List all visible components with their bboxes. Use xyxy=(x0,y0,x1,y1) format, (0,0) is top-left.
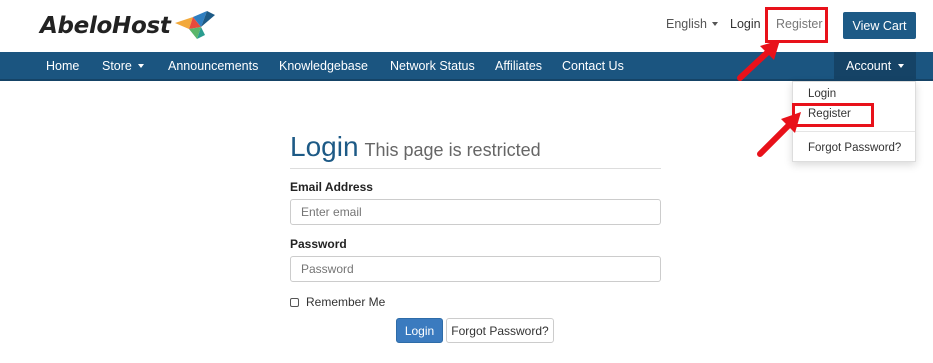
nav-store[interactable]: Store xyxy=(102,52,144,81)
page-title: Login This page is restricted xyxy=(290,131,541,163)
nav-network-status[interactable]: Network Status xyxy=(390,52,475,81)
dropdown-forgot-password[interactable]: Forgot Password? xyxy=(808,142,901,154)
nav-announcements[interactable]: Announcements xyxy=(168,52,258,81)
login-button[interactable]: Login xyxy=(396,318,443,343)
remember-me[interactable]: Remember Me xyxy=(290,295,385,309)
password-label: Password xyxy=(290,237,347,251)
caret-down-icon xyxy=(712,22,718,26)
logo-bird-icon xyxy=(174,11,215,39)
dropdown-divider xyxy=(793,131,915,132)
checkbox-icon[interactable] xyxy=(290,297,299,307)
logo-text: AbeloHost xyxy=(40,13,171,39)
view-cart-button[interactable]: View Cart xyxy=(843,12,916,39)
dropdown-login[interactable]: Login xyxy=(808,88,836,100)
nav-account-menu[interactable]: Account xyxy=(834,52,916,81)
nav-store-label: Store xyxy=(102,59,132,73)
header-login-link[interactable]: Login xyxy=(730,17,761,31)
main-navbar: Home Store Announcements Knowledgebase N… xyxy=(0,52,933,81)
language-label: English xyxy=(666,17,707,31)
login-subheading: This page is restricted xyxy=(364,140,541,160)
annotation-arrow-icon xyxy=(757,112,801,157)
remember-me-label: Remember Me xyxy=(306,295,386,309)
logo[interactable]: AbeloHost xyxy=(40,8,217,44)
nav-account-label: Account xyxy=(846,59,892,73)
forgot-password-button[interactable]: Forgot Password? xyxy=(446,318,554,343)
email-field[interactable] xyxy=(290,199,661,225)
email-label: Email Address xyxy=(290,180,373,194)
password-field[interactable] xyxy=(290,256,661,282)
nav-home[interactable]: Home xyxy=(46,52,79,81)
login-heading: Login xyxy=(290,131,359,162)
caret-down-icon xyxy=(898,64,905,68)
nav-affiliates[interactable]: Affiliates xyxy=(495,52,542,81)
nav-contact-us[interactable]: Contact Us xyxy=(562,52,624,81)
caret-down-icon xyxy=(137,64,144,68)
title-divider xyxy=(290,168,661,169)
annotation-arrow-icon xyxy=(737,40,780,81)
nav-knowledgebase[interactable]: Knowledgebase xyxy=(279,52,368,81)
language-selector[interactable]: English xyxy=(666,17,718,31)
